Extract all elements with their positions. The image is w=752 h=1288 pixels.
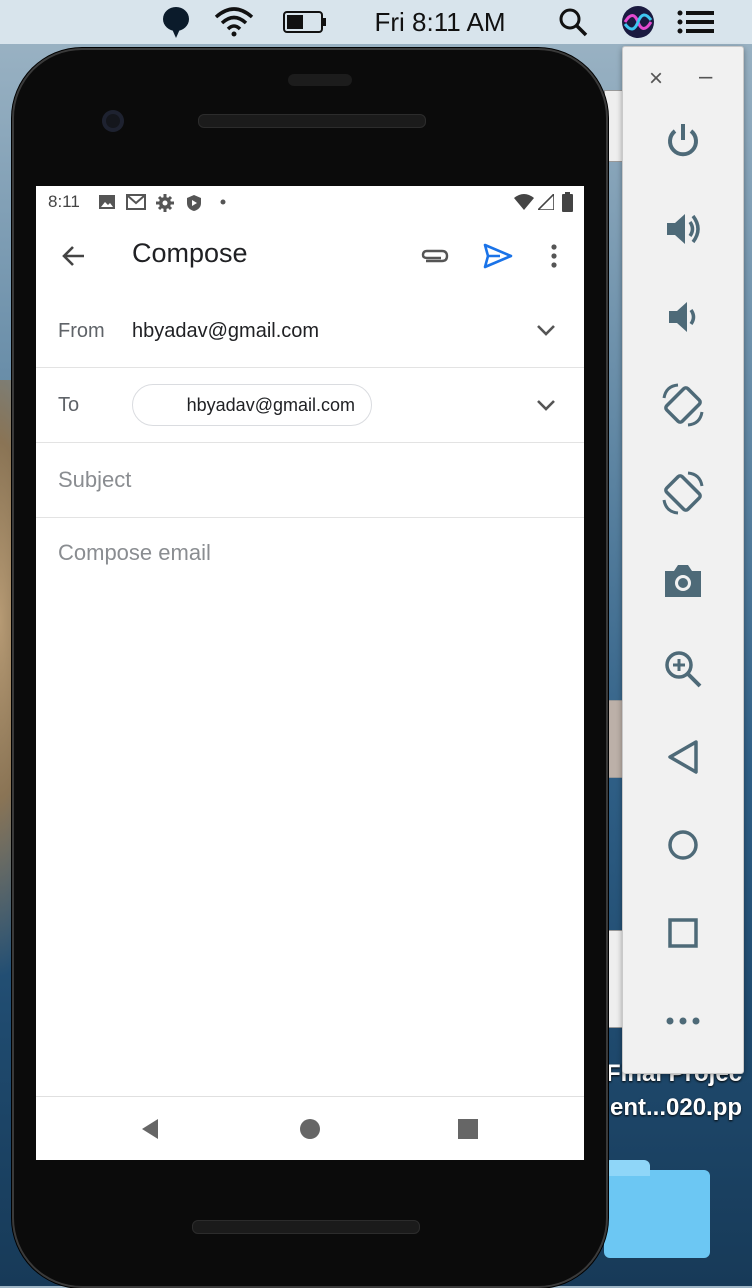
back-arrow-icon[interactable] [58, 240, 90, 272]
front-camera [102, 110, 124, 132]
battery-icon[interactable] [280, 0, 330, 44]
desktop-file-label-2[interactable]: ent...020.pp [610, 1094, 742, 1122]
minimize-icon[interactable]: – [699, 63, 712, 91]
chevron-down-icon[interactable] [534, 393, 558, 417]
volume-down-icon[interactable] [659, 293, 707, 341]
more-options-icon[interactable] [542, 240, 566, 272]
android-status-bar: 8:11 [36, 186, 584, 218]
screenshot-icon[interactable] [659, 557, 707, 605]
image-icon [99, 195, 115, 209]
emulator-control-panel: × – [622, 46, 744, 1074]
dot-icon [220, 199, 226, 205]
control-center-icon[interactable] [676, 0, 716, 44]
from-row[interactable]: From hbyadav@gmail.com [36, 294, 584, 368]
volume-up-icon[interactable] [659, 205, 707, 253]
page-title: Compose [132, 238, 248, 268]
gmail-icon [126, 194, 146, 210]
attach-icon[interactable] [418, 240, 450, 272]
zoom-icon[interactable] [659, 645, 707, 693]
siri-icon[interactable] [620, 0, 656, 44]
bottom-speaker [192, 1220, 420, 1234]
home-icon[interactable] [659, 821, 707, 869]
recipient-chip[interactable]: hbyadav@gmail.com [132, 384, 372, 426]
nav-home-icon[interactable] [298, 1117, 322, 1141]
send-icon[interactable] [482, 240, 514, 272]
menubar-clock[interactable]: Fri 8:11 AM [360, 0, 520, 44]
compose-body[interactable]: Compose email [36, 518, 584, 1094]
desktop-folder-icon[interactable] [604, 1160, 710, 1258]
rotate-left-icon[interactable] [659, 381, 707, 429]
notification-icon[interactable] [160, 0, 192, 44]
chevron-down-icon[interactable] [534, 318, 558, 342]
battery-icon [562, 192, 573, 212]
more-icon[interactable] [659, 997, 707, 1045]
power-icon[interactable] [659, 117, 707, 165]
close-icon[interactable]: × [649, 65, 663, 93]
earpiece-speaker [198, 114, 426, 128]
spotlight-search-icon[interactable] [556, 0, 590, 44]
from-label: From [58, 320, 105, 342]
phone-screen: 8:11 Compose From hbyadav@gmail.com To h… [36, 186, 584, 1160]
compose-app-bar: Compose [36, 218, 584, 294]
proximity-sensor [288, 74, 352, 86]
from-address[interactable]: hbyadav@gmail.com [132, 320, 319, 343]
recipient-chip-text: hbyadav@gmail.com [186, 394, 355, 415]
subject-field[interactable]: Subject [58, 467, 131, 493]
android-nav-bar [36, 1096, 584, 1160]
nav-back-icon[interactable] [138, 1117, 162, 1141]
wifi-icon[interactable] [212, 0, 256, 44]
body-field[interactable]: Compose email [58, 540, 211, 566]
nav-recents-icon[interactable] [456, 1117, 480, 1141]
to-label: To [58, 394, 80, 416]
to-row[interactable]: To hbyadav@gmail.com [36, 368, 584, 443]
signal-icon [538, 194, 554, 210]
back-icon[interactable] [659, 733, 707, 781]
rotate-right-icon[interactable] [659, 469, 707, 517]
shield-icon [187, 195, 201, 211]
settings-icon [156, 194, 174, 212]
status-time: 8:11 [48, 192, 80, 211]
subject-row[interactable]: Subject [36, 443, 584, 518]
overview-icon[interactable] [659, 909, 707, 957]
wifi-icon [514, 194, 534, 210]
mac-menu-bar: Fri 8:11 AM [0, 0, 752, 44]
